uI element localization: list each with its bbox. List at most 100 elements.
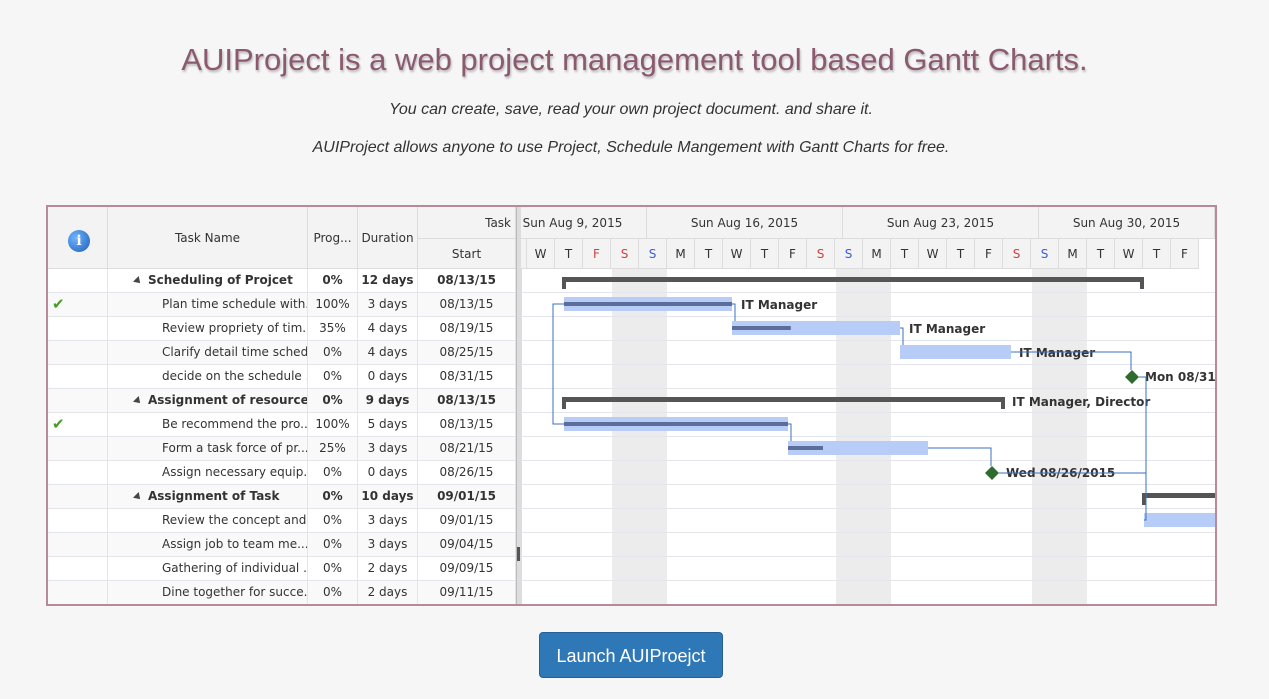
progress-cell: 0% — [308, 533, 358, 556]
start-date-cell: 08/13/15 — [418, 269, 516, 292]
task-grid: i Task Name Prog... Duration Task Start … — [48, 207, 516, 604]
row-indicator-cell — [48, 437, 108, 460]
start-date-cell: 09/09/15 — [418, 557, 516, 580]
duration-cell: 10 days — [358, 485, 418, 508]
start-date-cell: 08/13/15 — [418, 413, 516, 436]
page-subtitle-2: AUIProject allows anyone to use Project,… — [312, 139, 950, 156]
summary-task-row[interactable]: Assignment of Task 0% 10 days 09/01/15 — [48, 485, 516, 509]
summary-task-row[interactable]: Scheduling of Projcet 0% 12 days 08/13/15 — [48, 269, 516, 293]
task-progress — [732, 326, 791, 330]
timeline-chart: Sun Aug 9, 2015 Sun Aug 16, 2015 Sun Aug 2… — [521, 207, 1215, 604]
duration-cell: 2 days — [358, 581, 418, 604]
row-indicator-cell — [48, 557, 108, 580]
task-name-cell: Gathering of individual ... — [108, 557, 308, 580]
progress-cell: 0% — [308, 581, 358, 604]
task-name-cell: Review propriety of tim... — [108, 317, 308, 340]
column-header-task-name[interactable]: Task Name — [108, 207, 308, 269]
column-header-info[interactable]: i — [48, 207, 108, 269]
summary-bar — [562, 397, 1005, 402]
task-name-cell: Form a task force of pr... — [108, 437, 308, 460]
splitter-grip[interactable] — [517, 547, 520, 561]
progress-cell: 0% — [308, 485, 358, 508]
task-row[interactable]: Clarify detail time sched... 0% 4 days 08/2… — [48, 341, 516, 365]
collapse-triangle-icon[interactable] — [133, 275, 143, 286]
dependency-link — [900, 327, 904, 345]
collapse-triangle-icon[interactable] — [133, 395, 143, 406]
task-name-cell: Plan time schedule with... — [108, 293, 308, 316]
complete-check-icon: ✔ — [52, 295, 65, 313]
row-indicator-cell — [48, 365, 108, 388]
task-name-cell: Dine together for succe... — [108, 581, 308, 604]
progress-cell: 0% — [308, 341, 358, 364]
row-indicator-cell — [48, 269, 108, 292]
task-row[interactable]: Review propriety of tim... 35% 4 days 08/19… — [48, 317, 516, 341]
task-row[interactable]: Review the concept and... 0% 3 days 09/01/1… — [48, 509, 516, 533]
duration-cell: 2 days — [358, 557, 418, 580]
task-row[interactable]: decide on the schedule ... 0% 0 days 08/31/… — [48, 365, 516, 389]
progress-cell: 0% — [308, 389, 358, 412]
start-date-cell: 08/21/15 — [418, 437, 516, 460]
task-name-cell: Assign job to team me... — [108, 533, 308, 556]
task-row[interactable]: ✔ Be recommend the pro... 100% 5 days 08/13/… — [48, 413, 516, 437]
duration-cell: 4 days — [358, 317, 418, 340]
info-icon[interactable]: i — [68, 230, 90, 252]
summary-task-row[interactable]: Assignment of resource 0% 9 days 08/13/15 — [48, 389, 516, 413]
summary-bar — [1142, 493, 1215, 498]
task-progress — [788, 446, 823, 450]
task-row[interactable]: Assign job to team me... 0% 3 days 09/04/15 — [48, 533, 516, 557]
task-name-text: Assignment of resource — [148, 393, 308, 407]
start-date-cell: 09/11/15 — [418, 581, 516, 604]
resource-label: IT Manager — [741, 298, 817, 312]
task-row[interactable]: Assign necessary equip... 0% 0 days 08/26/1… — [48, 461, 516, 485]
progress-cell: 0% — [308, 269, 358, 292]
task-name-text: Assignment of Task — [148, 489, 280, 503]
task-bar — [900, 345, 1011, 359]
row-indicator-cell — [48, 389, 108, 412]
summary-bar-cap — [562, 397, 566, 409]
task-name-cell: Assignment of resource — [108, 389, 308, 412]
task-name-cell: Assignment of Task — [108, 485, 308, 508]
gantt-chart[interactable]: i Task Name Prog... Duration Task Start … — [46, 205, 1217, 606]
page-subtitle-1: You can create, save, read your own proj… — [389, 101, 873, 118]
task-row[interactable]: Gathering of individual ... 0% 2 days 09/09… — [48, 557, 516, 581]
row-indicator-cell — [48, 461, 108, 484]
duration-cell: 3 days — [358, 509, 418, 532]
duration-cell: 9 days — [358, 389, 418, 412]
row-indicator-cell — [48, 317, 108, 340]
start-date-cell: 08/26/15 — [418, 461, 516, 484]
task-name-cell: Review the concept and... — [108, 509, 308, 532]
row-indicator-cell: ✔ — [48, 413, 108, 436]
duration-cell: 5 days — [358, 413, 418, 436]
task-row[interactable]: Dine together for succe... 0% 2 days 09/11/… — [48, 581, 516, 604]
task-bar — [1144, 513, 1215, 527]
resource-label: IT Manager, Director — [1012, 395, 1150, 409]
summary-bar-cap — [1001, 397, 1005, 409]
duration-cell: 3 days — [358, 293, 418, 316]
task-name-cell: Clarify detail time sched... — [108, 341, 308, 364]
row-indicator-cell — [48, 509, 108, 532]
progress-cell: 25% — [308, 437, 358, 460]
task-row[interactable]: Form a task force of pr... 25% 3 days 08/21… — [48, 437, 516, 461]
task-progress — [564, 422, 788, 426]
duration-cell: 4 days — [358, 341, 418, 364]
duration-cell: 12 days — [358, 269, 418, 292]
column-header-start[interactable]: Start — [418, 239, 516, 269]
complete-check-icon: ✔ — [52, 415, 65, 433]
row-indicator-cell — [48, 485, 108, 508]
task-name-text: Scheduling of Projcet — [148, 273, 293, 287]
row-indicator-cell: ✔ — [48, 293, 108, 316]
launch-button[interactable]: Launch AUIProejct — [539, 632, 723, 678]
summary-bar-cap — [1142, 493, 1146, 505]
task-row[interactable]: ✔ Plan time schedule with... 100% 3 days 08/… — [48, 293, 516, 317]
summary-bar-cap — [562, 277, 566, 289]
column-header-task-group: Task — [418, 207, 516, 239]
dependency-link — [732, 303, 736, 321]
progress-cell: 100% — [308, 413, 358, 436]
progress-cell: 35% — [308, 317, 358, 340]
task-name-cell: Be recommend the pro... — [108, 413, 308, 436]
progress-cell: 100% — [308, 293, 358, 316]
collapse-triangle-icon[interactable] — [133, 491, 143, 502]
column-header-duration[interactable]: Duration — [358, 207, 418, 269]
gantt-bars: IT Manager IT Manager IT Manager Mon 08/31/… — [521, 269, 1215, 604]
column-header-progress[interactable]: Prog... — [308, 207, 358, 269]
